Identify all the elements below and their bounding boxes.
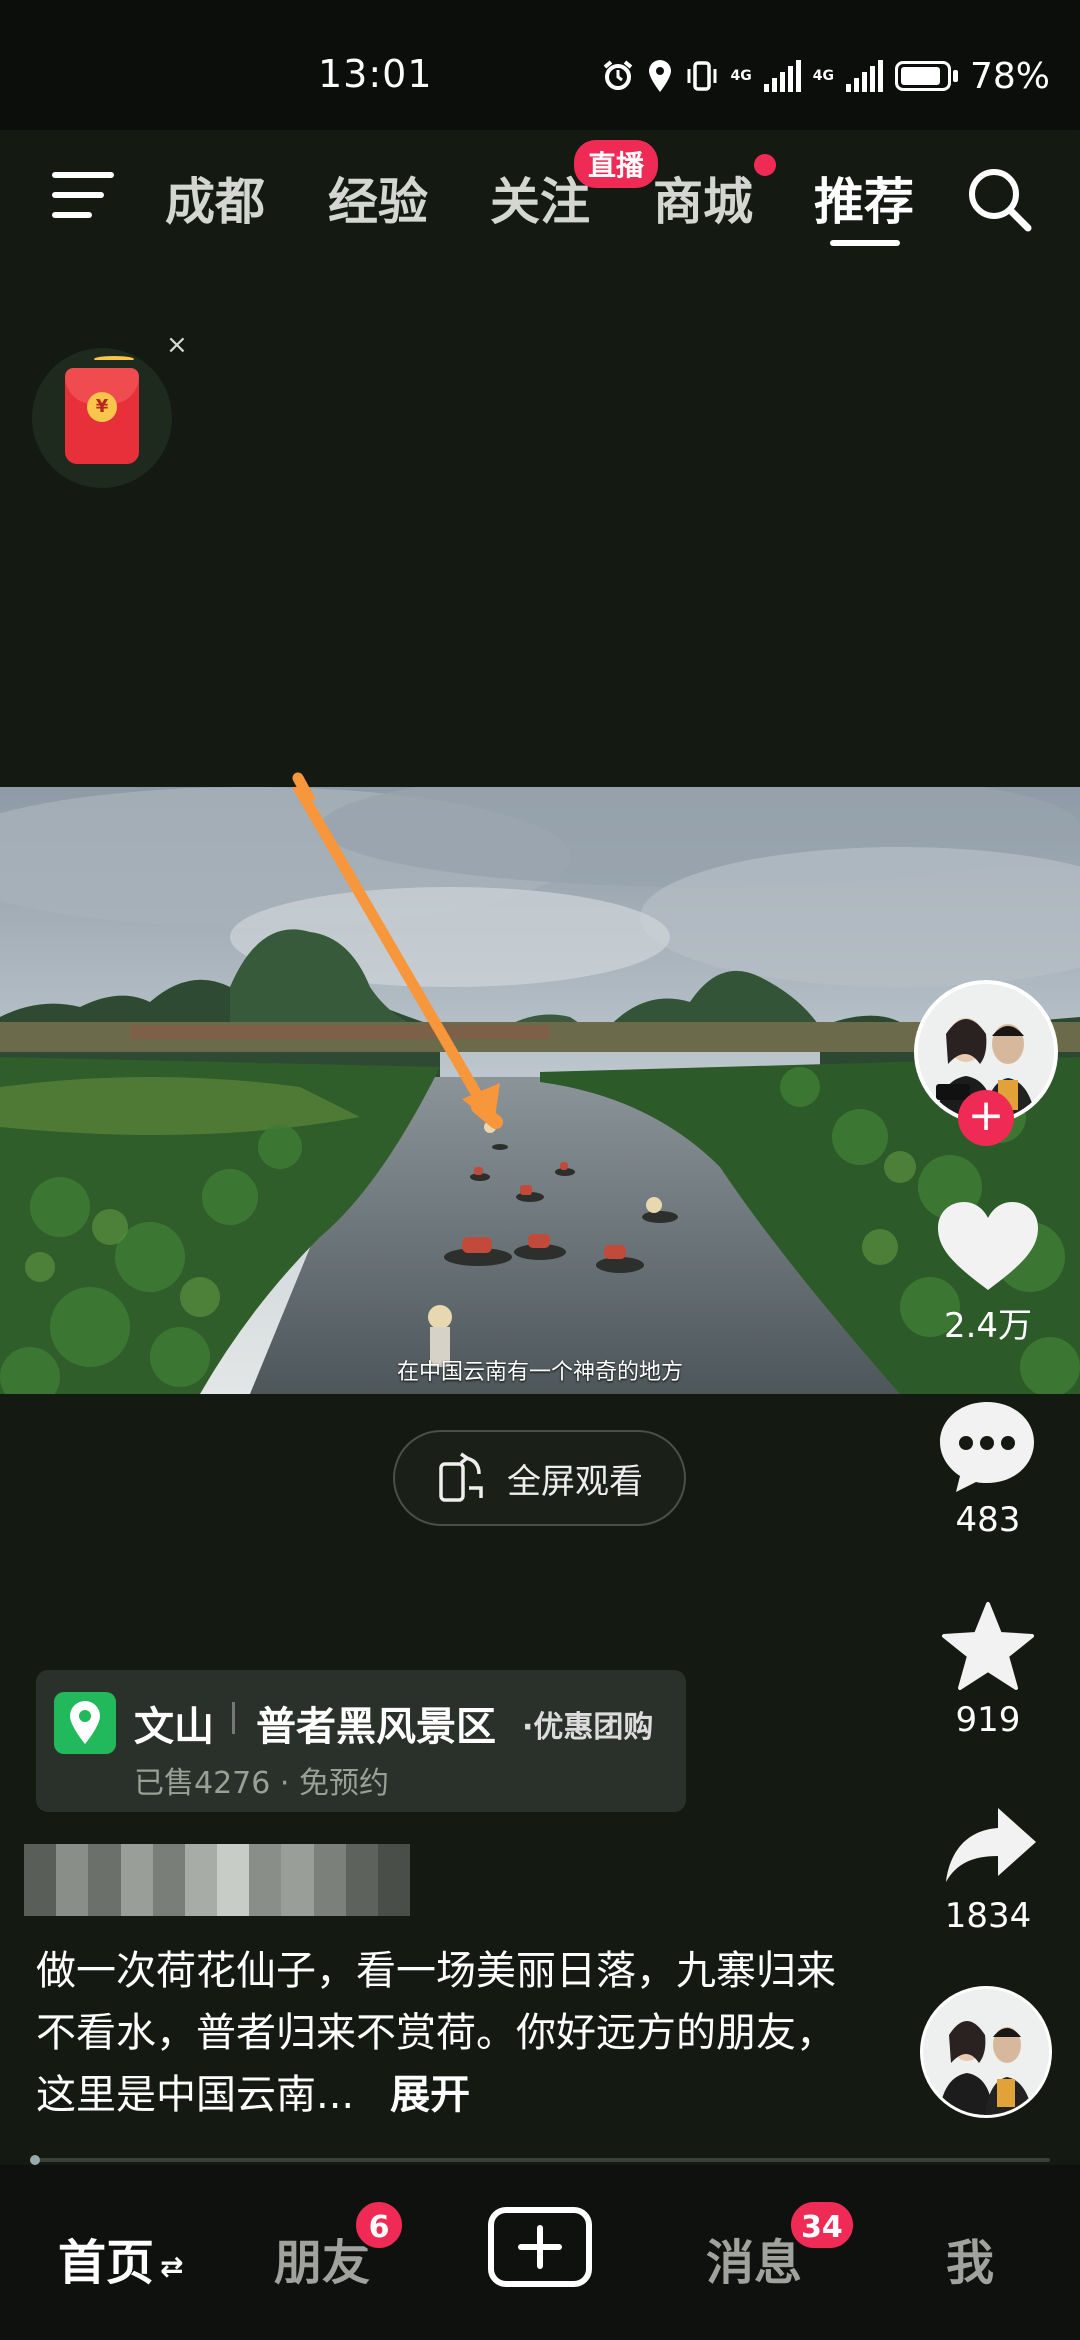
annotation-arrow-tail — [292, 772, 316, 800]
comment-icon[interactable] — [936, 1398, 1038, 1494]
tab-recommended[interactable]: 推荐 — [814, 162, 914, 234]
rotate-phone-icon — [439, 1452, 483, 1502]
video-progress-bar[interactable] — [30, 2155, 1050, 2165]
mall-notification-dot — [754, 154, 776, 176]
active-tab-indicator — [830, 240, 900, 246]
status-icons: 4G 4G 78% — [601, 55, 1050, 97]
like-count: 2.4万 — [943, 1306, 1033, 1346]
poi-subtitle: 已售4276 · 免预约 — [134, 1766, 389, 1801]
status-bar: 13:01 4G 4G 78% — [0, 0, 1080, 130]
follow-button[interactable]: + — [958, 1090, 1014, 1146]
bottom-nav: 首页 ⇄ 朋友 6 消息 34 我 — [0, 2165, 1080, 2340]
poi-divider — [232, 1702, 235, 1734]
nav-home[interactable]: 首页 ⇄ — [58, 2223, 183, 2293]
fullscreen-label: 全屏观看 — [507, 1461, 643, 1502]
poi-name: 普者黑风景区 — [256, 1704, 496, 1750]
battery-percent: 78% — [969, 55, 1050, 97]
tab-chengdu[interactable]: 成都 — [165, 162, 265, 234]
plus-icon[interactable] — [488, 2207, 592, 2287]
tab-mall[interactable]: 商城 — [653, 162, 753, 234]
alarm-icon — [603, 60, 632, 90]
status-time: 13:01 — [318, 52, 433, 96]
friends-badge: 6 — [353, 2199, 405, 2251]
heart-icon[interactable] — [936, 1200, 1040, 1292]
poi-city: 文山 — [134, 1704, 214, 1750]
progress-handle[interactable] — [30, 2155, 40, 2165]
live-badge: 直播 — [574, 140, 659, 188]
video-subtitle: 在中国云南有一个神奇的地方 — [396, 1360, 683, 1385]
location-pin-icon — [54, 1692, 116, 1754]
star-icon[interactable] — [940, 1600, 1036, 1692]
nav-me[interactable]: 我 — [946, 2223, 994, 2293]
location-card[interactable]: 文山 普者黑风景区 ·优惠团购 已售4276 · 免预约 — [36, 1670, 686, 1812]
switch-icon: ⇄ — [160, 2249, 184, 2283]
close-icon[interactable]: × — [166, 330, 188, 360]
red-packet-icon[interactable]: ¥ — [32, 348, 172, 488]
favorite-count: 919 — [955, 1700, 1021, 1740]
share-count: 1834 — [944, 1896, 1032, 1936]
nav-messages[interactable]: 消息 — [706, 2223, 802, 2293]
author-name-blurred[interactable] — [24, 1844, 411, 1916]
location-status-icon — [648, 60, 671, 92]
music-disc-avatar[interactable] — [920, 1986, 1052, 2118]
share-icon[interactable] — [942, 1804, 1038, 1884]
coin-icon: ¥ — [87, 392, 117, 422]
comment-count: 483 — [955, 1500, 1021, 1540]
poi-tag: ·优惠团购 — [522, 1710, 654, 1745]
fullscreen-button[interactable]: 全屏观看 — [393, 1430, 686, 1526]
tab-experience[interactable]: 经验 — [328, 162, 428, 234]
signal-icon-1 — [763, 60, 801, 92]
search-icon[interactable] — [964, 164, 1034, 234]
video-caption[interactable]: 做一次荷花仙子，看一场美丽日落，九寨归来不看水，普者归来不赏荷。你好远方的朋友，… — [36, 1940, 836, 2126]
expand-caption-button[interactable]: 展开 — [390, 2072, 470, 2118]
nav-home-label: 首页 — [58, 2235, 155, 2291]
network-label-1: 4G — [730, 68, 752, 84]
battery-icon — [894, 61, 951, 91]
signal-icon-2 — [845, 60, 883, 92]
messages-badge: 34 — [788, 2199, 856, 2251]
network-label-2: 4G — [812, 68, 834, 84]
menu-icon[interactable] — [52, 172, 114, 218]
vibrate-icon — [687, 61, 717, 91]
